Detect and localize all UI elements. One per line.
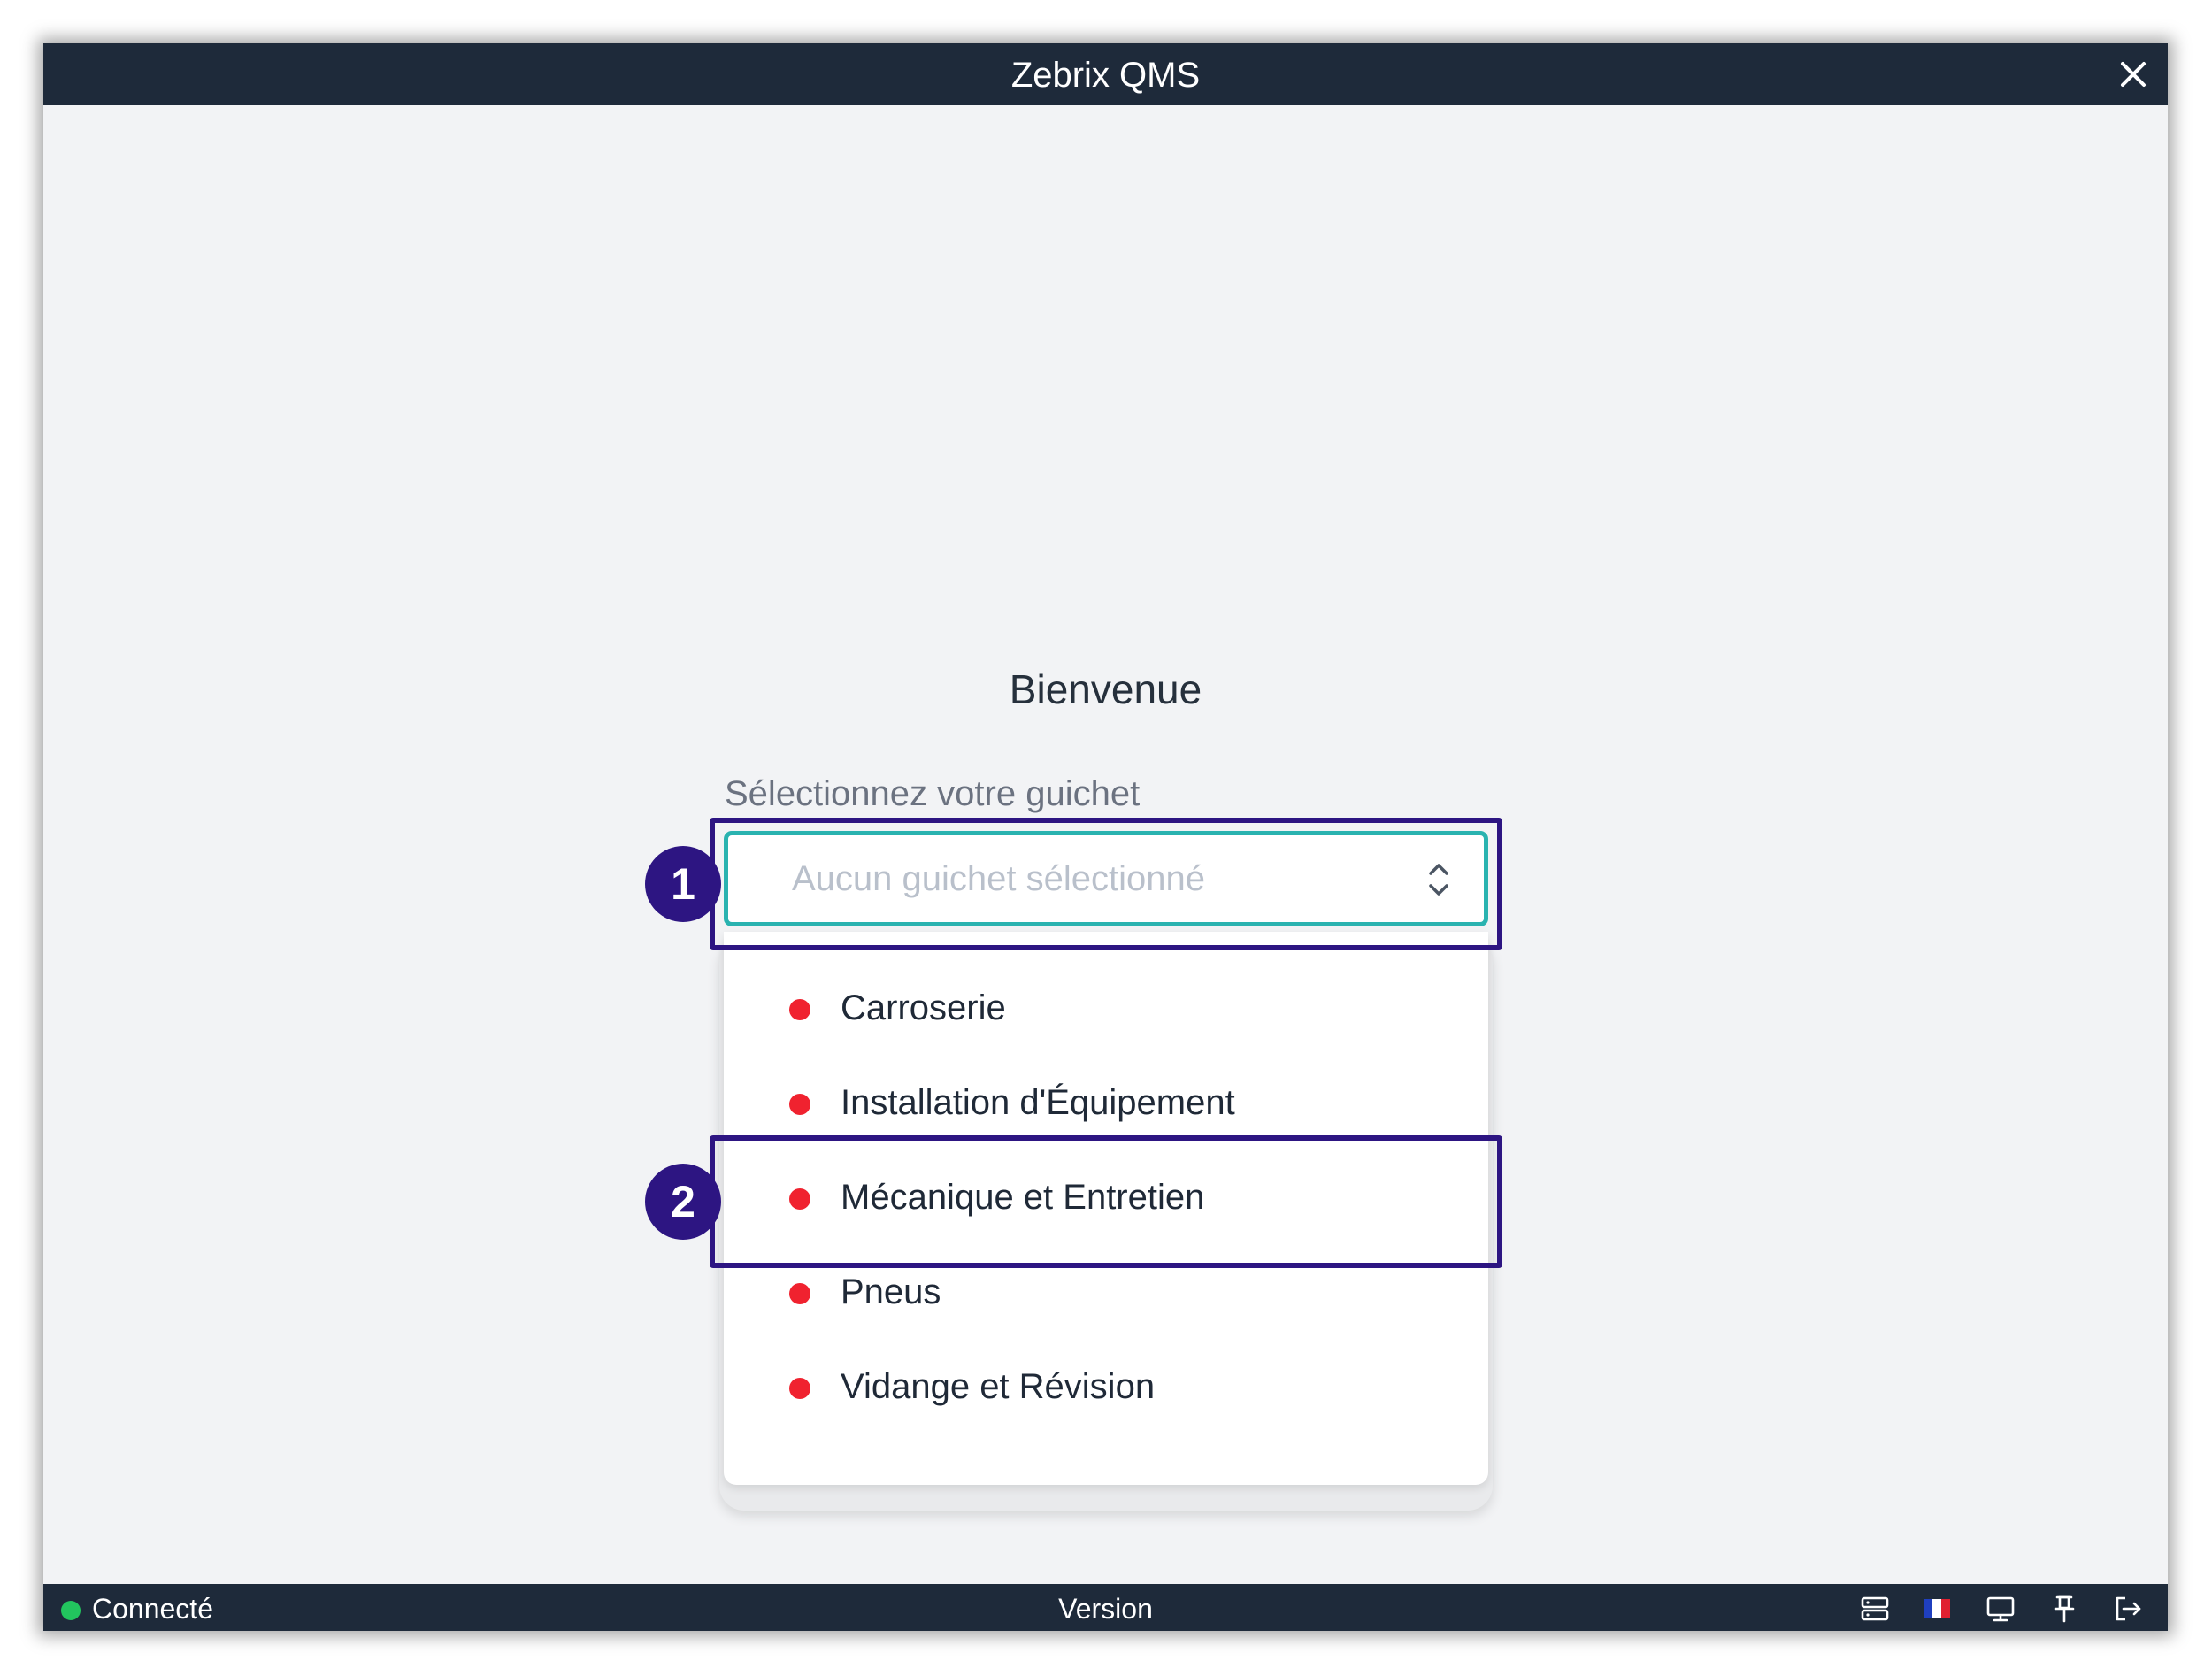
french-flag-icon — [1924, 1599, 1950, 1618]
annotation-badge-1: 1 — [645, 846, 721, 922]
status-dot-icon — [789, 1094, 810, 1115]
logout-icon — [2116, 1596, 2141, 1621]
pin-button[interactable] — [2048, 1593, 2080, 1625]
annotation-highlight-1 — [710, 818, 1502, 950]
option-label: Installation d'Équipement — [841, 1083, 1235, 1122]
language-button[interactable] — [1921, 1593, 1953, 1625]
server-icon — [1861, 1596, 1889, 1621]
annotation-highlight-2 — [710, 1135, 1502, 1268]
title-bar: Zebrix QMS — [43, 43, 2168, 105]
option-label: Carroserie — [841, 988, 1006, 1027]
option-label: Pneus — [841, 1272, 941, 1311]
window-title: Zebrix QMS — [1010, 56, 1201, 95]
server-button[interactable] — [1859, 1593, 1891, 1625]
status-dot-icon — [789, 999, 810, 1020]
close-icon — [2121, 62, 2146, 87]
status-bar: Connecté Version — [43, 1584, 2168, 1631]
status-dot-icon — [789, 1283, 810, 1304]
version-label[interactable]: Version — [43, 1593, 2168, 1625]
option-label: Vidange et Révision — [841, 1367, 1156, 1406]
app-window: Zebrix QMS Bienvenue Sélectionnez votre … — [43, 43, 2168, 1631]
logout-button[interactable] — [2112, 1593, 2144, 1625]
pin-icon — [2054, 1595, 2075, 1623]
counter-select-label: Sélectionnez votre guichet — [725, 774, 1141, 813]
option-vidange-revision[interactable]: Vidange et Révision — [724, 1337, 1488, 1434]
annotation-badge-2: 2 — [645, 1164, 721, 1240]
status-dot-icon — [789, 1378, 810, 1399]
close-button[interactable] — [2111, 52, 2155, 96]
display-icon — [1986, 1596, 2015, 1622]
welcome-heading: Bienvenue — [1009, 666, 1202, 712]
display-button[interactable] — [1985, 1593, 2016, 1625]
option-carroserie[interactable]: Carroserie — [724, 958, 1488, 1056]
